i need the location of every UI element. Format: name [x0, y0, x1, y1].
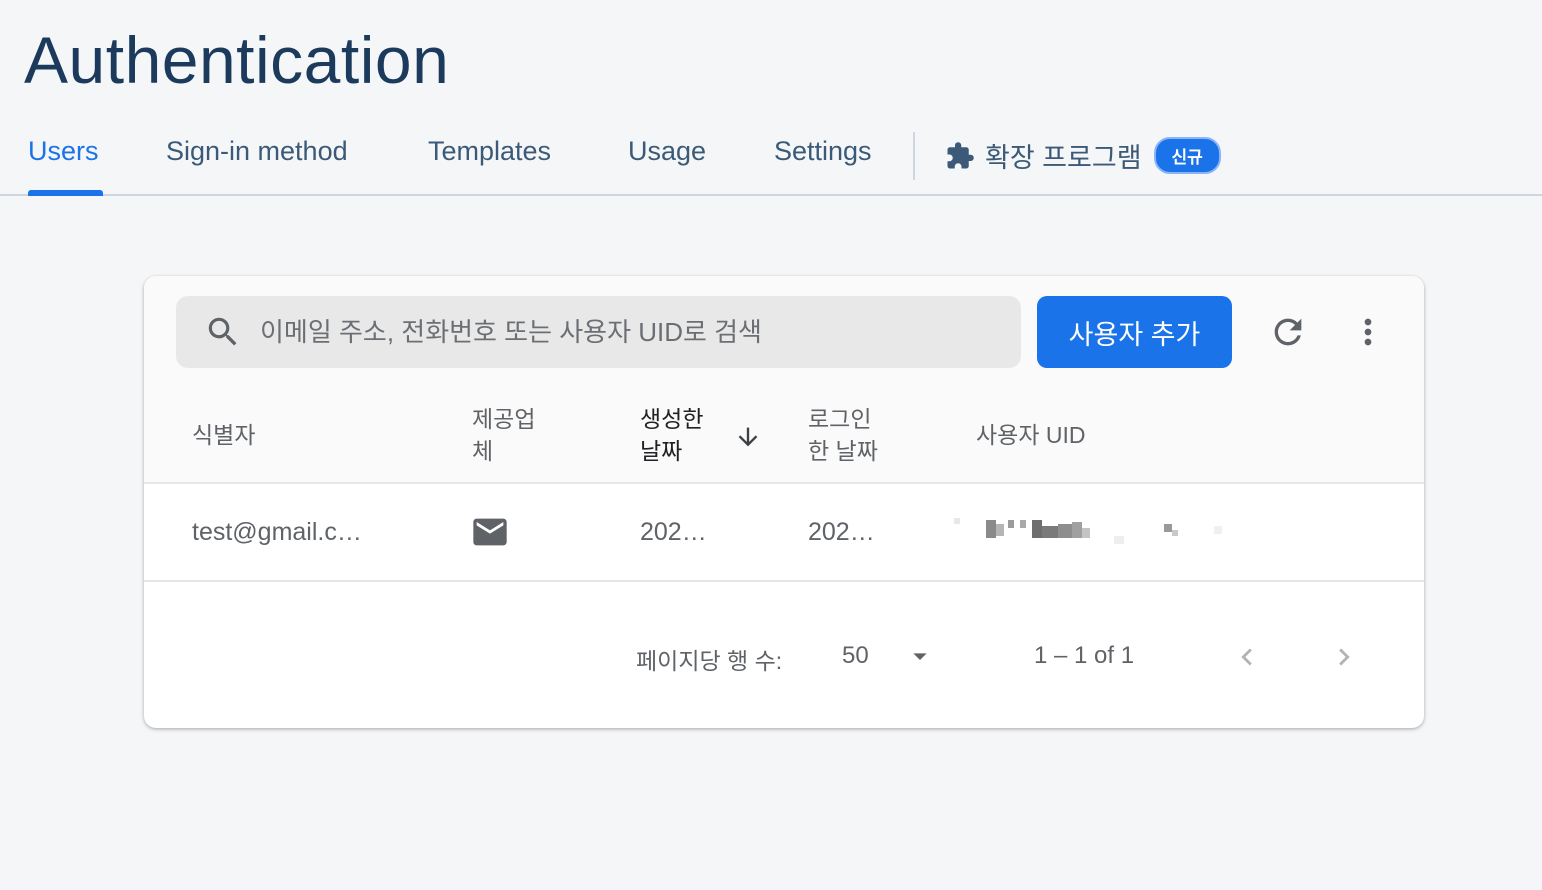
rows-per-page-value[interactable]: 50 — [842, 642, 869, 670]
pagination-range: 1 – 1 of 1 — [1034, 642, 1135, 669]
users-card: 사용자 추가 식별자 제공업 체 생성한 날짜 — [144, 276, 1424, 728]
sort-button[interactable] — [734, 423, 762, 456]
more-options-button[interactable] — [1348, 312, 1388, 352]
provider-header-line1: 제공업 — [472, 406, 536, 432]
add-user-button[interactable]: 사용자 추가 — [1037, 296, 1232, 368]
tab-usage[interactable]: Usage — [628, 136, 706, 167]
tab-users[interactable]: Users — [28, 136, 99, 167]
search-icon — [208, 317, 237, 346]
tab-templates[interactable]: Templates — [428, 136, 551, 167]
column-header-provider[interactable]: 제공업 체 — [472, 403, 535, 467]
column-header-created[interactable]: 생성한 날짜 — [640, 403, 703, 467]
created-header-line1: 생성한 — [640, 406, 704, 432]
table-row[interactable]: test@gmail.c… 202… 202… — [144, 486, 1424, 582]
puzzle-icon — [947, 141, 974, 168]
created-header-line2: 날짜 — [640, 438, 683, 464]
tab-sign-in-method[interactable]: Sign-in method — [166, 136, 348, 167]
rows-per-page-dropdown[interactable] — [904, 640, 936, 677]
auth-page: Authentication Users Sign-in method Temp… — [0, 0, 1542, 890]
signed-in-header-line1: 로그인 — [808, 406, 872, 432]
tab-divider — [913, 132, 915, 180]
search-input[interactable] — [260, 316, 1020, 348]
row-provider — [470, 512, 510, 557]
arrow-down-icon — [738, 427, 758, 447]
row-created: 202… — [640, 518, 707, 546]
new-badge: 신규 — [1153, 137, 1221, 174]
row-identifier: test@gmail.c… — [192, 518, 362, 546]
caret-down-icon — [913, 653, 927, 660]
active-tab-indicator — [28, 190, 103, 196]
email-icon — [473, 518, 507, 546]
chevron-left-icon — [1241, 648, 1252, 666]
next-page-button[interactable] — [1327, 640, 1361, 679]
row-signed-in: 202… — [808, 518, 875, 546]
more-vert-icon — [1364, 318, 1372, 346]
search-box[interactable] — [176, 296, 1021, 368]
page-title: Authentication — [24, 23, 450, 97]
signed-in-header-line2: 한 날짜 — [808, 438, 878, 464]
previous-page-button[interactable] — [1230, 640, 1264, 679]
tab-bar: Users Sign-in method Templates Usage Set… — [0, 116, 1542, 196]
row-uid-redacted — [924, 514, 1284, 554]
chevron-right-icon — [1339, 648, 1350, 666]
column-header-uid[interactable]: 사용자 UID — [976, 419, 1085, 451]
column-header-identifier[interactable]: 식별자 — [192, 419, 255, 451]
card-header: 사용자 추가 식별자 제공업 체 생성한 날짜 — [144, 276, 1424, 484]
rows-per-page-label: 페이지당 행 수: — [636, 648, 783, 674]
provider-header-line2: 체 — [472, 438, 494, 464]
tab-settings[interactable]: Settings — [774, 136, 872, 167]
column-header-signed-in[interactable]: 로그인 한 날짜 — [808, 403, 878, 467]
extensions-label: 확장 프로그램 — [985, 143, 1142, 173]
refresh-icon — [1274, 318, 1302, 346]
tab-extensions[interactable]: 확장 프로그램 신규 — [945, 136, 1221, 175]
refresh-button[interactable] — [1268, 312, 1308, 352]
